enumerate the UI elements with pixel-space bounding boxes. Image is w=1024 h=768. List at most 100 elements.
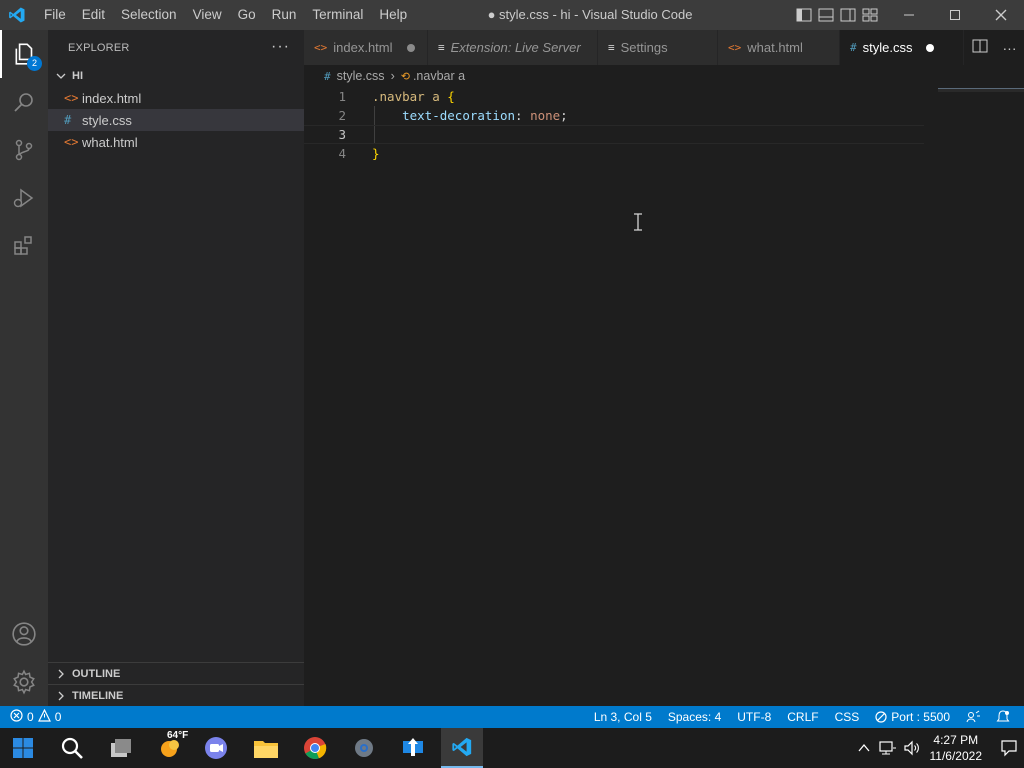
timeline-section[interactable]: TIMELINE [48,684,304,706]
clock-date: 11/6/2022 [929,749,983,763]
open-brace: { [447,89,455,104]
minimize-icon[interactable] [886,0,932,30]
warning-count: 0 [54,710,62,724]
menu-go[interactable]: Go [230,0,264,30]
volume-icon[interactable] [900,740,924,756]
vscode-taskbar-icon[interactable] [441,728,483,768]
file-item-style-css[interactable]: # style.css [48,109,304,131]
more-actions-icon[interactable]: ··· [1003,40,1017,56]
window-title: ● style.css - hi - Visual Studio Code [487,7,693,22]
task-view-icon[interactable] [100,728,142,768]
close-icon[interactable] [978,0,1024,30]
customize-layout-icon[interactable] [862,7,878,23]
menu-terminal[interactable]: Terminal [304,0,371,30]
cursor-position[interactable]: Ln 3, Col 5 [586,710,660,724]
css-property: text-decoration [402,108,515,123]
language-mode[interactable]: CSS [827,710,868,724]
status-bar: 0 0 Ln 3, Col 5 Spaces: 4 UTF-8 CRLF CSS… [0,706,1024,728]
settings-file-icon: ≡ [608,41,615,54]
html-file-icon: <> [728,41,742,54]
clock[interactable]: 4:27 PM 11/6/2022 [930,732,983,764]
more-actions-icon[interactable]: ··· [271,38,290,56]
code-text: .navbar a { [372,89,455,104]
colon: : [515,108,523,123]
tab-style-css[interactable]: # style.css [840,30,964,65]
file-explorer-icon[interactable] [245,728,287,768]
teams-chat-icon[interactable] [195,728,237,768]
tab-label: what.html [747,40,803,55]
file-item-index-html[interactable]: <> index.html [48,87,304,109]
unsaved-dot-icon[interactable] [926,43,935,52]
breadcrumb-symbol[interactable]: .navbar a [413,69,465,83]
tab-extension-live-server[interactable]: ≡ Extension: Live Server [428,30,598,65]
editor-actions: ··· [964,30,1024,65]
tab-what-html[interactable]: <> what.html [718,30,840,65]
run-debug-icon[interactable] [0,174,48,222]
windows-start-icon[interactable] [2,728,44,768]
code-line: 2 text-decoration: none; [304,106,924,125]
css-file-icon: # [850,41,857,54]
file-name: what.html [82,134,138,150]
end-of-line[interactable]: CRLF [779,710,826,724]
code-line: 1 .navbar a { [304,87,924,106]
account-icon[interactable] [0,610,48,658]
chrome-icon[interactable] [294,728,336,768]
network-app-icon[interactable] [392,728,434,768]
menu-view[interactable]: View [185,0,230,30]
source-control-icon[interactable] [0,126,48,174]
manage-gear-icon[interactable] [0,658,48,706]
code-editor[interactable]: 1 .navbar a { 2 text-decoration: none; 3… [304,87,1024,706]
menu-bar: File Edit Selection View Go Run Terminal… [36,0,415,30]
search-icon[interactable] [0,78,48,126]
chevron-down-icon [54,71,68,81]
vscode-logo-icon [0,0,34,30]
file-item-what-html[interactable]: <> what.html [48,131,304,153]
menu-help[interactable]: Help [371,0,415,30]
clock-time: 4:27 PM [933,733,979,747]
split-editor-icon[interactable] [972,39,988,56]
menu-file[interactable]: File [36,0,74,30]
sidebar-title: EXPLORER [68,41,130,54]
chevron-up-icon[interactable] [852,743,876,753]
preview-icon: ≡ [438,41,445,54]
notifications-icon[interactable] [988,710,1018,724]
warning-icon [37,708,51,725]
problems-indicator[interactable]: 0 0 [0,708,62,725]
symbol-class-icon: ⟲ [400,70,410,83]
toggle-primary-sidebar-icon[interactable] [796,7,812,23]
live-server-port[interactable]: Port : 5500 [867,710,958,724]
indentation[interactable]: Spaces: 4 [660,710,729,724]
toggle-panel-icon[interactable] [818,7,834,23]
feedback-icon[interactable] [958,710,988,724]
unsaved-dot-icon[interactable] [406,43,415,52]
maximize-icon[interactable] [932,0,978,30]
settings-gear-icon[interactable] [343,728,385,768]
line-number: 3 [338,127,346,142]
line-number: 2 [338,108,346,123]
outline-label: OUTLINE [72,667,121,680]
tab-label: index.html [333,40,393,55]
error-icon [10,709,23,725]
tab-index-html[interactable]: <> index.html [304,30,428,65]
toggle-secondary-sidebar-icon[interactable] [840,7,856,23]
breadcrumb-file[interactable]: style.css [337,69,385,83]
network-icon[interactable] [876,740,900,756]
port-label: Port : 5500 [891,710,950,724]
explorer-icon[interactable]: 2 [0,30,48,78]
extensions-icon[interactable] [0,222,48,270]
search-icon[interactable] [51,728,93,768]
window-controls [886,0,1024,30]
folder-hi[interactable]: HI [48,65,304,87]
css-file-icon: # [64,113,72,127]
minimap[interactable] [938,88,1024,92]
html-file-icon: <> [314,41,328,54]
outline-section[interactable]: OUTLINE [48,662,304,684]
menu-selection[interactable]: Selection [113,0,185,30]
explorer-badge: 2 [27,56,42,71]
tab-settings[interactable]: ≡ Settings [598,30,718,65]
no-entry-icon [875,711,887,723]
notification-center-icon[interactable] [994,739,1024,757]
encoding[interactable]: UTF-8 [729,710,779,724]
menu-edit[interactable]: Edit [74,0,113,30]
menu-run[interactable]: Run [264,0,305,30]
